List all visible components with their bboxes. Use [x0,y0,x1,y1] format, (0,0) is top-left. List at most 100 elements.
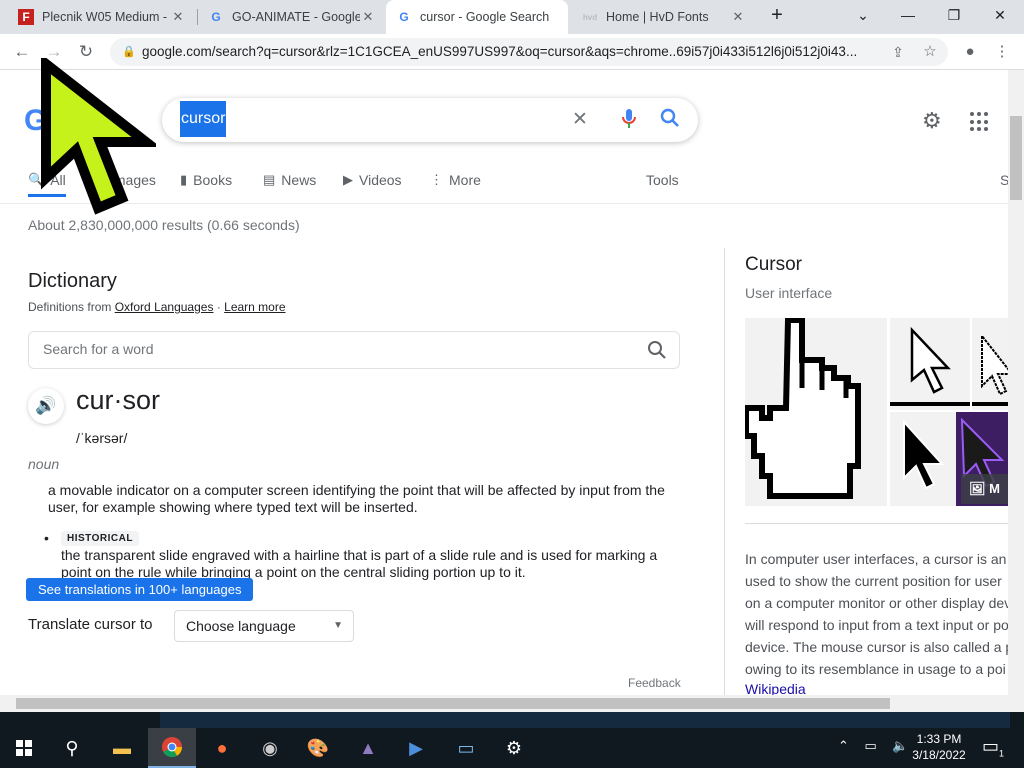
share-icon[interactable]: ⇪ [884,38,912,66]
arrow-cursor-image[interactable] [890,318,970,410]
fonts-favicon-icon: F [18,9,34,25]
remote-desktop-icon[interactable]: ▭ [442,728,490,768]
paint-icon[interactable]: 🎨 [294,728,342,768]
knowledge-panel-description: In computer user interfaces, a cursor is… [745,548,1008,680]
windows-taskbar: ⚲ ▬ ● ◉ 🎨 ▲ ▶ ▭ ⚙ ⌃ ▭ 🔈 1:33 PM 3/18/202… [0,728,1024,768]
knowledge-panel-subtitle: User interface [745,285,833,301]
clock-time: 1:33 PM [916,732,962,746]
close-tab-icon[interactable]: ✕ [170,9,186,25]
word-search-icon[interactable] [647,340,667,365]
description-line: device. The mouse cursor is also called … [745,639,1008,655]
close-tab-icon[interactable]: ✕ [730,9,746,25]
vertical-scrollbar[interactable] [1008,70,1024,695]
menu-kebab-icon[interactable]: ⋮ [988,38,1016,66]
new-tab-plus-icon[interactable]: + [754,0,800,30]
windows-start-icon[interactable] [0,728,48,768]
tab-strip: F Plecnik W05 Medium - ✕ G GO-ANIMATE - … [0,0,1024,34]
source-separator: · [216,300,221,314]
pronunciation-speaker-icon[interactable]: 🔊 [28,388,64,424]
panel-divider [724,248,725,695]
minimize-icon[interactable]: — [885,0,931,30]
more-images-badge[interactable]: 🖼 M [961,474,1008,504]
newspaper-icon: ▤ [263,172,276,187]
word-search-input[interactable] [43,341,603,357]
pixel-cursor-image[interactable] [972,318,1008,410]
notification-icon[interactable]: ▭1 [982,736,1004,759]
tools-button[interactable]: Tools [646,172,679,188]
large-pointer-cursor-icon [40,53,161,221]
microphone-icon[interactable] [622,108,636,136]
description-line: on a computer monitor or other display d… [745,595,1008,611]
settings-taskbar-icon[interactable]: ⚙ [490,728,538,768]
black-cursor-image[interactable] [890,412,956,506]
powershell-icon[interactable]: ▶ [392,728,440,768]
profile-avatar-icon[interactable]: ● [956,38,984,66]
close-window-icon[interactable]: ✕ [977,0,1023,30]
source-prefix: Definitions from [28,300,112,314]
tab-title: GO-ANIMATE - Google [232,10,360,24]
safesearch-button[interactable]: S [1000,172,1008,188]
wikipedia-link[interactable]: Wikipedia [745,681,806,695]
tab-search-chevron-icon[interactable]: ⌄ [840,0,886,30]
translations-button[interactable]: See translations in 100+ languages [26,578,254,601]
definition-2: the transparent slide engraved with a ha… [61,547,658,580]
tab-go-animate[interactable]: G GO-ANIMATE - Google ✕ [198,0,386,34]
search-taskbar-icon[interactable]: ⚲ [48,728,96,768]
search-box[interactable]: cursor ✕ [162,98,698,142]
notification-count: 1 [999,748,1005,759]
google-favicon-icon: G [399,10,409,24]
horizontal-scrollbar[interactable] [0,695,1024,712]
tab-news[interactable]: ▤ News [263,172,316,188]
inkscape-icon[interactable]: ▲ [344,728,392,768]
oxford-languages-link[interactable]: Oxford Languages [115,300,214,314]
clock-date: 3/18/2022 [912,748,966,762]
tab-more[interactable]: ⋮ More [430,172,481,188]
horizontal-scroll-thumb[interactable] [16,698,890,709]
back-arrow-icon[interactable]: ← [8,38,36,66]
url-text: google.com/search?q=cursor&rlz=1C1GCEA_e… [142,44,858,59]
raccoon-app-icon[interactable]: ◉ [246,728,294,768]
file-explorer-icon[interactable]: ▬ [98,728,146,768]
more-dots-icon: ⋮ [430,172,443,187]
restore-icon[interactable]: ❐ [931,0,977,30]
tab-plecnik[interactable]: F Plecnik W05 Medium - ✕ [8,0,196,34]
tab-title: cursor - Google Search [420,10,550,24]
tab-news-label: News [281,172,317,188]
clock[interactable]: 1:33 PM 3/18/2022 [906,731,972,763]
dropdown-caret-icon: ▼ [333,620,343,631]
clear-search-icon[interactable]: ✕ [572,108,588,131]
search-magnifier-icon[interactable] [660,108,680,134]
tab-hvd-fonts[interactable]: hvd Home | HvD Fonts ✕ [572,0,756,34]
google-apps-icon[interactable] [970,112,990,132]
close-tab-icon[interactable]: ✕ [360,9,376,25]
description-line: owing to its resemblance in usage to a p… [745,661,1006,677]
historical-label: HISTORICAL [61,531,139,546]
tab-books[interactable]: ▮ Books [180,172,232,188]
tab-cursor-search[interactable]: G cursor - Google Search [386,0,568,34]
tab-videos[interactable]: ▶ Videos [343,172,402,188]
word-search-field[interactable] [28,331,680,369]
hvd-favicon-icon: hvd [582,12,598,22]
safesearch-label: S [1000,172,1008,188]
dictionary-source: Definitions from Oxford Languages · Lear… [28,300,286,314]
tab-title: Home | HvD Fonts [606,10,709,24]
image-icon: 🖼 [969,481,986,496]
bookmark-star-icon[interactable]: ☆ [916,38,944,66]
more-images-label: M [989,481,1000,496]
address-bar[interactable]: 🔒 google.com/search?q=cursor&rlz=1C1GCEA… [110,38,948,66]
translate-label: Translate cursor to [28,616,153,633]
system-tray-icons[interactable]: ⌃ ▭ 🔈 [838,738,915,754]
tools-label: Tools [646,172,679,188]
vertical-scroll-thumb[interactable] [1010,116,1022,200]
learn-more-link[interactable]: Learn more [224,300,285,314]
feedback-link[interactable]: Feedback [628,676,681,690]
description-line: used to show the current position for us… [745,573,1002,589]
settings-gear-icon[interactable]: ⚙ [922,108,942,134]
hand-cursor-image[interactable] [743,317,887,506]
language-select[interactable]: Choose language ▼ [174,610,354,642]
dictionary-heading: Dictionary [28,270,117,292]
search-query-text[interactable]: cursor [180,101,227,137]
chrome-icon[interactable] [148,728,196,768]
firefox-icon[interactable]: ● [198,728,246,768]
description-line: In computer user interfaces, a cursor is… [745,551,1007,567]
